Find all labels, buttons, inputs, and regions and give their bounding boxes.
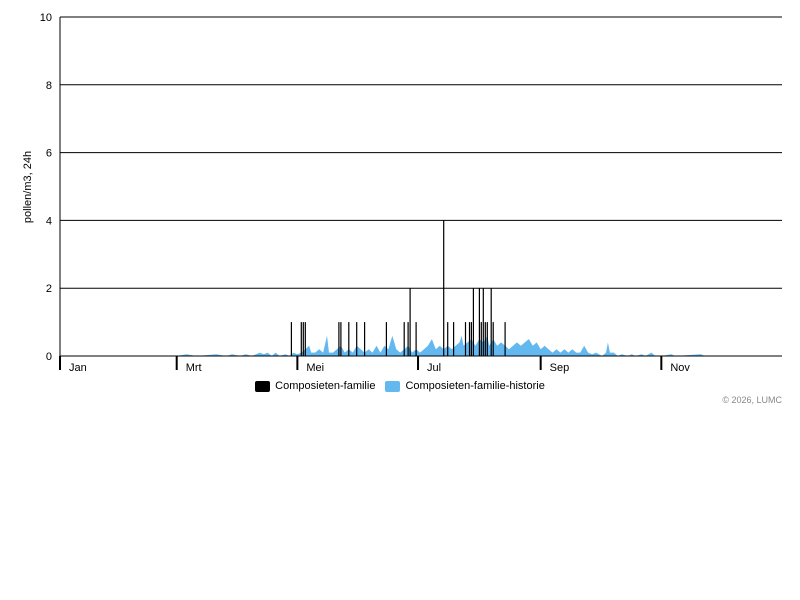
bar: [484, 322, 486, 356]
y-tick-label: 10: [40, 12, 52, 24]
x-tick-label: Mei: [306, 362, 324, 374]
bar: [340, 322, 342, 356]
bar: [364, 322, 366, 356]
legend-swatch: [385, 380, 401, 392]
legend-label: Composieten-familie: [275, 380, 376, 392]
bar: [403, 322, 405, 356]
bar: [453, 322, 455, 356]
pollen-chart: 0 2 4 6 8 10 Jan Mrt Mei Jul Sep Nov pollen/m3, 24h: [22, 12, 782, 374]
legend-label: Composieten-familie-historie: [405, 380, 545, 392]
y-tick-label: 8: [46, 80, 52, 92]
bar: [478, 288, 480, 356]
bar: [492, 322, 494, 356]
y-tick-label: 6: [46, 148, 52, 160]
bar: [356, 322, 358, 356]
bar: [385, 322, 387, 356]
axes: 0 2 4 6 8 10 Jan Mrt Mei Jul Sep Nov: [40, 12, 782, 374]
bar: [468, 322, 471, 356]
bar: [409, 288, 411, 356]
bar: [415, 322, 417, 356]
bar: [338, 322, 340, 356]
credit-text: © 2026, LUMC: [722, 395, 782, 405]
gridlines: [60, 16, 782, 289]
bar: [407, 322, 409, 356]
y-tick-label: 2: [46, 283, 52, 295]
bar: [472, 288, 474, 356]
bar: [304, 322, 306, 356]
bar: [302, 322, 304, 356]
legend-swatch: [255, 380, 271, 392]
y-tick-label: 0: [46, 351, 52, 363]
bar: [464, 322, 467, 356]
x-tick-label: Mrt: [186, 362, 202, 374]
bar: [504, 322, 506, 356]
bar: [300, 322, 302, 356]
x-tick-label: Jan: [69, 362, 87, 374]
bar: [482, 288, 484, 356]
legend-item-series-0[interactable]: Composieten-familie: [255, 380, 375, 392]
y-tick-label: 4: [46, 215, 52, 227]
bar: [486, 322, 488, 356]
x-tick-label: Jul: [427, 362, 441, 374]
bar: [480, 322, 482, 356]
bar: [490, 288, 492, 356]
y-axis-title: pollen/m3, 24h: [22, 151, 34, 223]
x-tick-label: Sep: [550, 362, 570, 374]
x-tick-label: Nov: [670, 362, 690, 374]
bar: [443, 220, 445, 356]
bar: [348, 322, 350, 356]
legend: Composieten-familie Composieten-familie-…: [0, 380, 800, 392]
bar: [470, 322, 472, 356]
bar: [290, 322, 292, 356]
legend-item-series-1[interactable]: Composieten-familie-historie: [385, 380, 545, 392]
bar: [447, 322, 449, 356]
